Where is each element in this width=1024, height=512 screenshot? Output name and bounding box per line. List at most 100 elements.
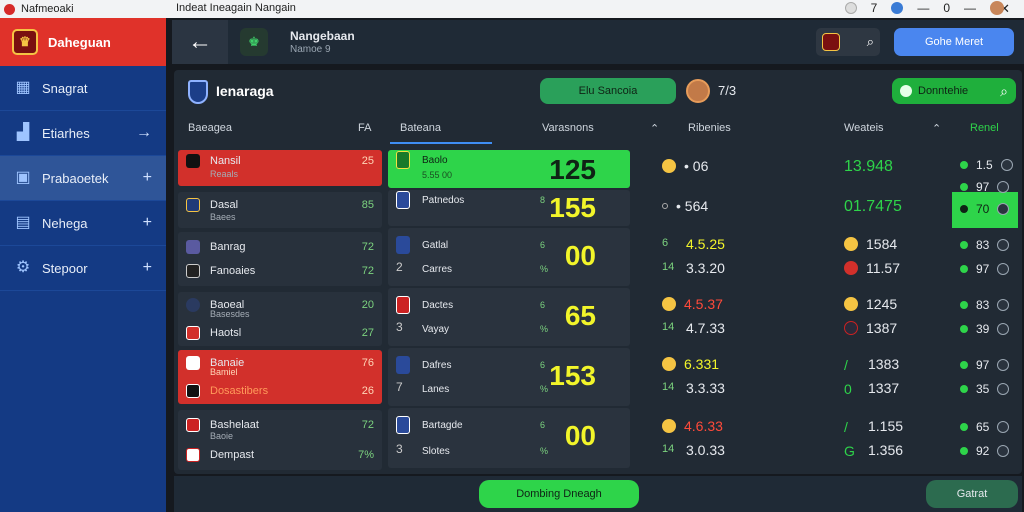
restore-icon[interactable]: — [964, 1, 976, 15]
plus-icon[interactable]: + [143, 214, 152, 232]
crest-icon [396, 356, 410, 374]
globe-icon[interactable] [891, 2, 904, 14]
table-row[interactable]: Dactes 6 3 Vayay % 65 [388, 288, 630, 346]
renel-value: 1.5 [976, 158, 993, 172]
column-header[interactable]: Weateis [844, 122, 884, 134]
column-header[interactable]: Bateana [400, 122, 441, 134]
flag-icon [186, 264, 200, 278]
plus-icon[interactable]: + [143, 169, 152, 187]
club-badge-icon: ♛ [12, 29, 38, 55]
secondary-action-button[interactable]: Gatrat [926, 480, 1018, 508]
primary-action-button[interactable]: Dombing Dneagh [479, 480, 639, 508]
sidebar-item-etiarhes[interactable]: ▟ Etiarhes → [0, 111, 166, 156]
table-row[interactable]: Bashelaat 72 Baoie Dempast 7% [178, 410, 382, 470]
renel-cell: 65 [960, 420, 1010, 434]
status-count: 7 [870, 1, 878, 15]
score-value: 00 [564, 420, 596, 451]
coin-icon [844, 297, 858, 311]
search-input[interactable]: Donntehie ⌕ [892, 78, 1016, 104]
chart-icon: ▟ [16, 124, 30, 141]
small-marker: 14 [662, 261, 675, 273]
minimize-icon[interactable]: — [917, 1, 929, 15]
filter-pill[interactable]: Elu Sancoia [540, 78, 676, 104]
avatar[interactable] [990, 1, 1004, 15]
back-button[interactable]: ← [172, 20, 228, 64]
coin-icon [662, 419, 676, 433]
table-row[interactable]: Patnedos 8 155 [388, 190, 630, 226]
sidebar-item-snagrat[interactable]: ▦ Snagrat [0, 66, 166, 111]
checkbox[interactable] [997, 263, 1010, 275]
table-row[interactable]: Baoeal 20 Basesdes Haotsl 27 [178, 292, 382, 346]
column-header[interactable]: Varasnons [542, 122, 594, 134]
checkbox[interactable] [1000, 159, 1013, 171]
sidebar-item-nehega[interactable]: ▤ Nehega + [0, 201, 166, 246]
table-row[interactable]: Dafres 6 7 Lanes % 153 [388, 348, 630, 406]
checkbox[interactable] [997, 445, 1010, 457]
list-item: Dosastibers 26 [178, 380, 382, 402]
header-search[interactable]: ⌕ [816, 28, 880, 56]
renel-cell: 83 [960, 298, 1010, 312]
app-title: Nafmeoaki [21, 3, 74, 15]
team-points: 27 [361, 327, 374, 339]
match-name: Dactes [422, 299, 454, 311]
column-header[interactable]: ⌃ [650, 122, 659, 135]
renel-value: 97 [976, 180, 990, 194]
checkbox[interactable] [997, 359, 1010, 371]
stat-value: 1584 [866, 236, 898, 252]
match-name: Gatlal [422, 239, 449, 251]
column-header[interactable]: Renel [970, 122, 999, 134]
crest-icon [396, 416, 410, 434]
primary-header-button[interactable]: Gohe Meret [894, 28, 1014, 56]
stat-cell: 1387 [844, 320, 897, 336]
checkbox[interactable] [997, 203, 1010, 215]
active-tab-indicator [390, 142, 492, 144]
plus-icon[interactable]: + [143, 259, 152, 277]
status-icon[interactable] [844, 2, 857, 14]
stat-cell: / 1.155 [844, 418, 903, 435]
grid-icon: ▦ [15, 79, 31, 96]
search-label: Donntehie [918, 85, 969, 97]
team-points: 26 [361, 385, 374, 397]
small-marker: 6 [662, 237, 669, 249]
team-sub: Bamiel [210, 367, 238, 377]
stat-cell: 14 3.3.20 [662, 260, 725, 276]
checkbox[interactable] [997, 181, 1010, 193]
table-row[interactable]: Gatlal 6 2 Carres % 00 [388, 228, 630, 286]
avatar[interactable] [686, 79, 710, 103]
column-header[interactable]: FA [358, 122, 371, 134]
checkbox[interactable] [997, 299, 1010, 311]
renel-cell: 1.5 [960, 158, 1013, 172]
column-header[interactable]: Baeagea [188, 122, 232, 134]
ticket-icon: ▣ [15, 169, 31, 186]
list-item: Fanoaies 72 [178, 260, 382, 282]
stat-value: • 564 [676, 198, 709, 214]
crest-icon [396, 296, 410, 314]
column-header[interactable]: Ribenies [688, 122, 731, 134]
small-marker: 14 [662, 321, 675, 333]
sidebar-item-stepoor[interactable]: ⚙ Stepoor + [0, 246, 166, 291]
checkbox[interactable] [997, 383, 1010, 395]
search-icon[interactable]: ⌕ [1000, 83, 1008, 100]
table-row[interactable]: Nansil 25 Reaals [178, 150, 382, 186]
checkbox[interactable] [997, 323, 1010, 335]
arrow-right-icon[interactable]: → [136, 124, 152, 142]
team-sub: Baees [210, 212, 236, 222]
search-icon[interactable]: ⌕ [867, 34, 874, 50]
coin-icon [662, 357, 676, 371]
table-row[interactable]: Bartagde 6 3 Slotes % 00 [388, 408, 630, 468]
sidebar-brand[interactable]: ♛ Daheguan [0, 18, 166, 66]
score-value: 153 [549, 360, 596, 391]
column-header[interactable]: ⌃ [932, 122, 941, 135]
checkbox[interactable] [997, 421, 1010, 433]
table-row[interactable]: Banaie 76 Bamiel Dosastibers 26 [178, 350, 382, 404]
table-row[interactable]: Baolo 5.55 00 125 [388, 150, 630, 188]
status-dot-icon [960, 183, 968, 191]
sidebar-item-prabaoetek[interactable]: ▣ Prabaoetek + [0, 156, 166, 201]
table-row[interactable]: Banrag 72 Fanoaies 72 [178, 232, 382, 286]
crest-icon [396, 191, 410, 209]
small-marker: 14 [662, 381, 675, 393]
table-row[interactable]: Dasal 85 Baees [178, 192, 382, 228]
stat-value: 4.6.33 [684, 418, 723, 434]
checkbox[interactable] [997, 239, 1010, 251]
